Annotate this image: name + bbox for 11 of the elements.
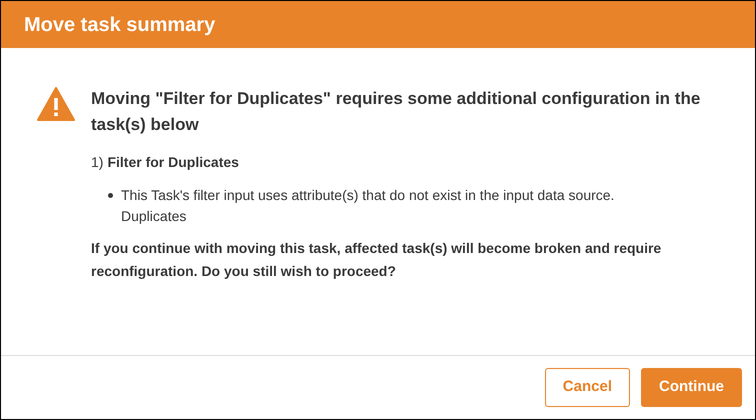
dialog-title: Move task summary [24,12,216,38]
task-name: Filter for Duplicates [107,153,239,172]
warning-icon [37,87,75,121]
cancel-button[interactable]: Cancel [544,368,630,407]
issue-detail: Duplicates [121,207,188,226]
issue-text: This Task's filter input uses attribute(s) that do not exist in the input data source. [121,186,614,205]
task-number: 1) [91,153,104,172]
continue-button[interactable]: Continue [641,368,742,407]
message-heading: Moving "Filter for Duplicates" requires some additional configuration in the task(s) below [91,88,702,136]
bullet-icon [108,193,113,198]
warning-text: If you continue with moving this task, affected task(s) will become broken and require reconfiguration. Do you still wish to proceed? [91,239,662,281]
